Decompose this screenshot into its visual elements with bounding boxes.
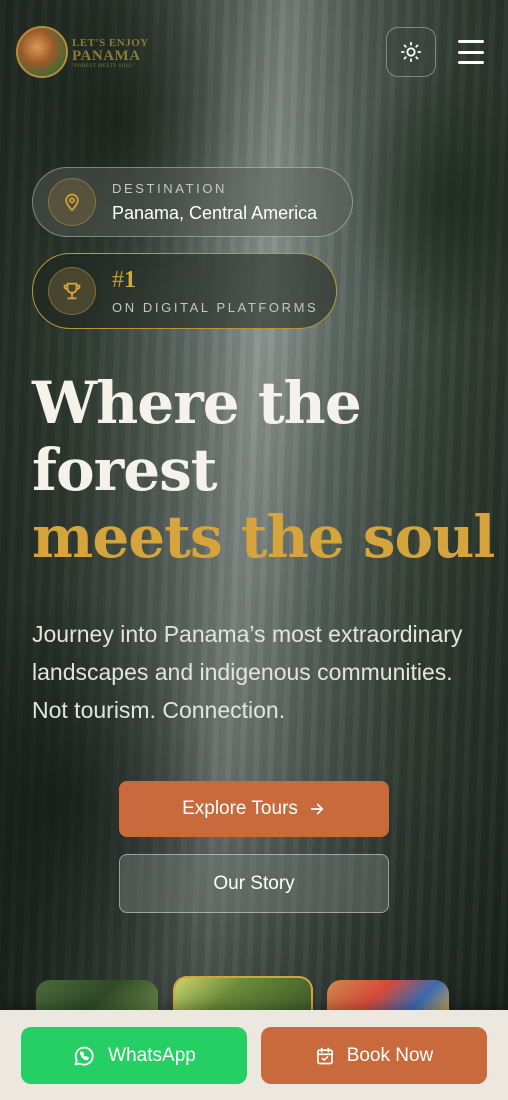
headline-line1: Where the bbox=[32, 369, 362, 437]
book-now-button[interactable]: Book Now bbox=[261, 1027, 487, 1084]
theme-toggle-button[interactable] bbox=[386, 27, 436, 77]
destination-badge: DESTINATION Panama, Central America bbox=[32, 167, 353, 237]
hero-headline: Where the forest meets the soul bbox=[32, 370, 502, 571]
hero-description: Journey into Panama’s most extraordinary… bbox=[32, 621, 463, 723]
headline-accent: meets the soul bbox=[32, 503, 495, 571]
bottom-action-bar: WhatsApp Book Now bbox=[0, 1010, 508, 1100]
logo-wordmark[interactable]: LET'S ENJOY PANAMA "FOREST MEETS SOUL" bbox=[72, 38, 149, 70]
calendar-check-icon bbox=[316, 1047, 333, 1064]
whatsapp-button[interactable]: WhatsApp bbox=[21, 1027, 247, 1084]
map-pin-icon bbox=[48, 178, 96, 226]
destination-caption: DESTINATION bbox=[112, 180, 228, 196]
explore-tours-label: Explore Tours bbox=[182, 798, 298, 819]
logo-line3: "FOREST MEETS SOUL" bbox=[72, 64, 137, 69]
arrow-right-icon bbox=[310, 803, 323, 815]
whatsapp-icon bbox=[74, 1046, 94, 1065]
logo-line2: PANAMA bbox=[72, 48, 141, 64]
book-now-label: Book Now bbox=[346, 1044, 434, 1066]
ranking-badge: #1 ON DIGITAL PLATFORMS bbox=[32, 253, 337, 329]
whatsapp-label: WhatsApp bbox=[108, 1044, 196, 1066]
trophy-icon bbox=[48, 267, 96, 315]
logo-emblem[interactable] bbox=[16, 26, 68, 78]
explore-tours-button[interactable]: Explore Tours bbox=[119, 781, 389, 837]
sun-icon bbox=[400, 41, 422, 63]
our-story-label: Our Story bbox=[213, 872, 295, 894]
our-story-button[interactable]: Our Story bbox=[119, 854, 389, 913]
hamburger-menu-icon[interactable] bbox=[456, 38, 486, 66]
ranking-number: #1 bbox=[112, 266, 136, 293]
headline-line2: forest bbox=[32, 436, 218, 504]
destination-value: Panama, Central America bbox=[112, 202, 318, 223]
ranking-caption: ON DIGITAL PLATFORMS bbox=[112, 299, 319, 315]
